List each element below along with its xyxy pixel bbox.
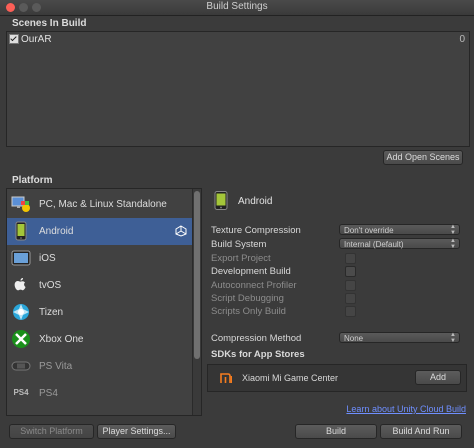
- platform-label: tvOS: [39, 280, 62, 291]
- scene-name: OurAR: [21, 34, 52, 45]
- dropdown-arrows-icon: ▲ ▼: [450, 332, 456, 344]
- add-sdk-button[interactable]: Add: [415, 370, 461, 385]
- scripts-only-build-checkbox[interactable]: [345, 306, 356, 317]
- scripts-only-build-row: Scripts Only Build: [211, 306, 465, 318]
- platform-item-ios[interactable]: iOS: [7, 245, 193, 272]
- android-icon: [214, 191, 228, 210]
- pc-mac-linux-icon: [11, 194, 31, 214]
- scene-include-checkbox[interactable]: [9, 34, 19, 45]
- apple-tv-icon: [11, 275, 31, 295]
- ps4-icon: PS4: [13, 388, 29, 397]
- platform-item-xbox-one[interactable]: Xbox One: [7, 326, 193, 353]
- texture-compression-row: Texture Compression Don't override ▲ ▼: [211, 224, 465, 237]
- title-bar: Build Settings: [0, 0, 474, 16]
- compression-method-dropdown[interactable]: None ▲ ▼: [339, 332, 460, 344]
- xbox-icon: [11, 329, 31, 349]
- add-open-scenes-button[interactable]: Add Open Scenes: [383, 150, 463, 165]
- build-button[interactable]: Build: [295, 424, 377, 439]
- sdks-for-app-stores-header: SDKs for App Stores: [211, 349, 305, 360]
- platform-list-scrollbar[interactable]: [192, 189, 201, 415]
- sdk-name: Xiaomi Mi Game Center: [242, 373, 339, 383]
- platform-settings-panel: Android Texture Compression Don't overri…: [206, 186, 468, 416]
- platform-item-pc-mac-linux[interactable]: PC, Mac & Linux Standalone: [7, 191, 193, 218]
- compression-method-value: None: [344, 334, 364, 343]
- texture-compression-dropdown[interactable]: Don't override ▲ ▼: [339, 224, 460, 236]
- android-icon: [11, 221, 31, 241]
- platform-label: iOS: [39, 253, 56, 264]
- dropdown-arrows-icon: ▲ ▼: [450, 224, 456, 236]
- unity-logo-icon: [175, 225, 187, 237]
- scenes-list[interactable]: OurAR 0: [6, 31, 470, 147]
- sdk-item-xiaomi: Xiaomi Mi Game Center Add: [207, 364, 467, 392]
- window-title: Build Settings: [206, 1, 268, 12]
- autoconnect-profiler-checkbox[interactable]: [345, 280, 356, 291]
- platform-label: Xbox One: [39, 334, 84, 345]
- export-project-row: Export Project: [211, 253, 465, 265]
- platform-item-android[interactable]: Android: [7, 218, 193, 245]
- scenes-in-build-header: Scenes In Build: [12, 18, 87, 29]
- texture-compression-label: Texture Compression: [211, 225, 301, 236]
- development-build-checkbox[interactable]: [345, 266, 356, 277]
- platform-label: PS Vita: [39, 361, 73, 372]
- player-settings-button[interactable]: Player Settings...: [97, 424, 176, 439]
- build-system-label: Build System: [211, 239, 267, 250]
- tizen-icon: [11, 302, 31, 322]
- platform-list[interactable]: PC, Mac & Linux Standalone Android iOS t…: [6, 188, 202, 416]
- ios-icon: [11, 248, 31, 268]
- switch-platform-button[interactable]: Switch Platform: [9, 424, 94, 439]
- compression-method-label: Compression Method: [211, 333, 302, 344]
- platform-label: Tizen: [39, 307, 64, 318]
- scrollbar-thumb[interactable]: [194, 191, 200, 359]
- texture-compression-value: Don't override: [344, 226, 394, 235]
- build-system-value: Internal (Default): [344, 240, 404, 249]
- ps-vita-icon: [11, 356, 31, 376]
- platform-header: Platform: [12, 175, 53, 186]
- development-build-label: Development Build: [211, 266, 291, 277]
- xiaomi-mi-logo-icon: [220, 372, 233, 384]
- build-system-dropdown[interactable]: Internal (Default) ▲ ▼: [339, 238, 460, 250]
- scene-row[interactable]: OurAR 0: [9, 34, 465, 46]
- script-debugging-row: Script Debugging: [211, 293, 465, 305]
- script-debugging-checkbox[interactable]: [345, 293, 356, 304]
- platform-settings-title: Android: [238, 196, 273, 207]
- autoconnect-profiler-label: Autoconnect Profiler: [211, 280, 297, 291]
- platform-item-ps4[interactable]: PS4 PS4: [7, 380, 193, 407]
- script-debugging-label: Script Debugging: [211, 293, 284, 304]
- platform-item-ps-vita[interactable]: PS Vita: [7, 353, 193, 380]
- autoconnect-profiler-row: Autoconnect Profiler: [211, 280, 465, 292]
- unity-cloud-build-link[interactable]: Learn about Unity Cloud Build: [346, 404, 466, 414]
- compression-method-row: Compression Method None ▲ ▼: [211, 332, 465, 345]
- scripts-only-build-label: Scripts Only Build: [211, 306, 286, 317]
- build-and-run-button[interactable]: Build And Run: [380, 424, 462, 439]
- platform-label: Android: [39, 226, 74, 237]
- export-project-checkbox[interactable]: [345, 253, 356, 264]
- platform-label: PC, Mac & Linux Standalone: [39, 199, 167, 210]
- platform-item-tvos[interactable]: tvOS: [7, 272, 193, 299]
- scene-index: 0: [459, 34, 465, 45]
- development-build-row: Development Build: [211, 266, 465, 278]
- export-project-label: Export Project: [211, 253, 271, 264]
- dropdown-arrows-icon: ▲ ▼: [450, 238, 456, 250]
- platform-item-tizen[interactable]: Tizen: [7, 299, 193, 326]
- build-system-row: Build System Internal (Default) ▲ ▼: [211, 238, 465, 251]
- platform-label: PS4: [39, 388, 58, 399]
